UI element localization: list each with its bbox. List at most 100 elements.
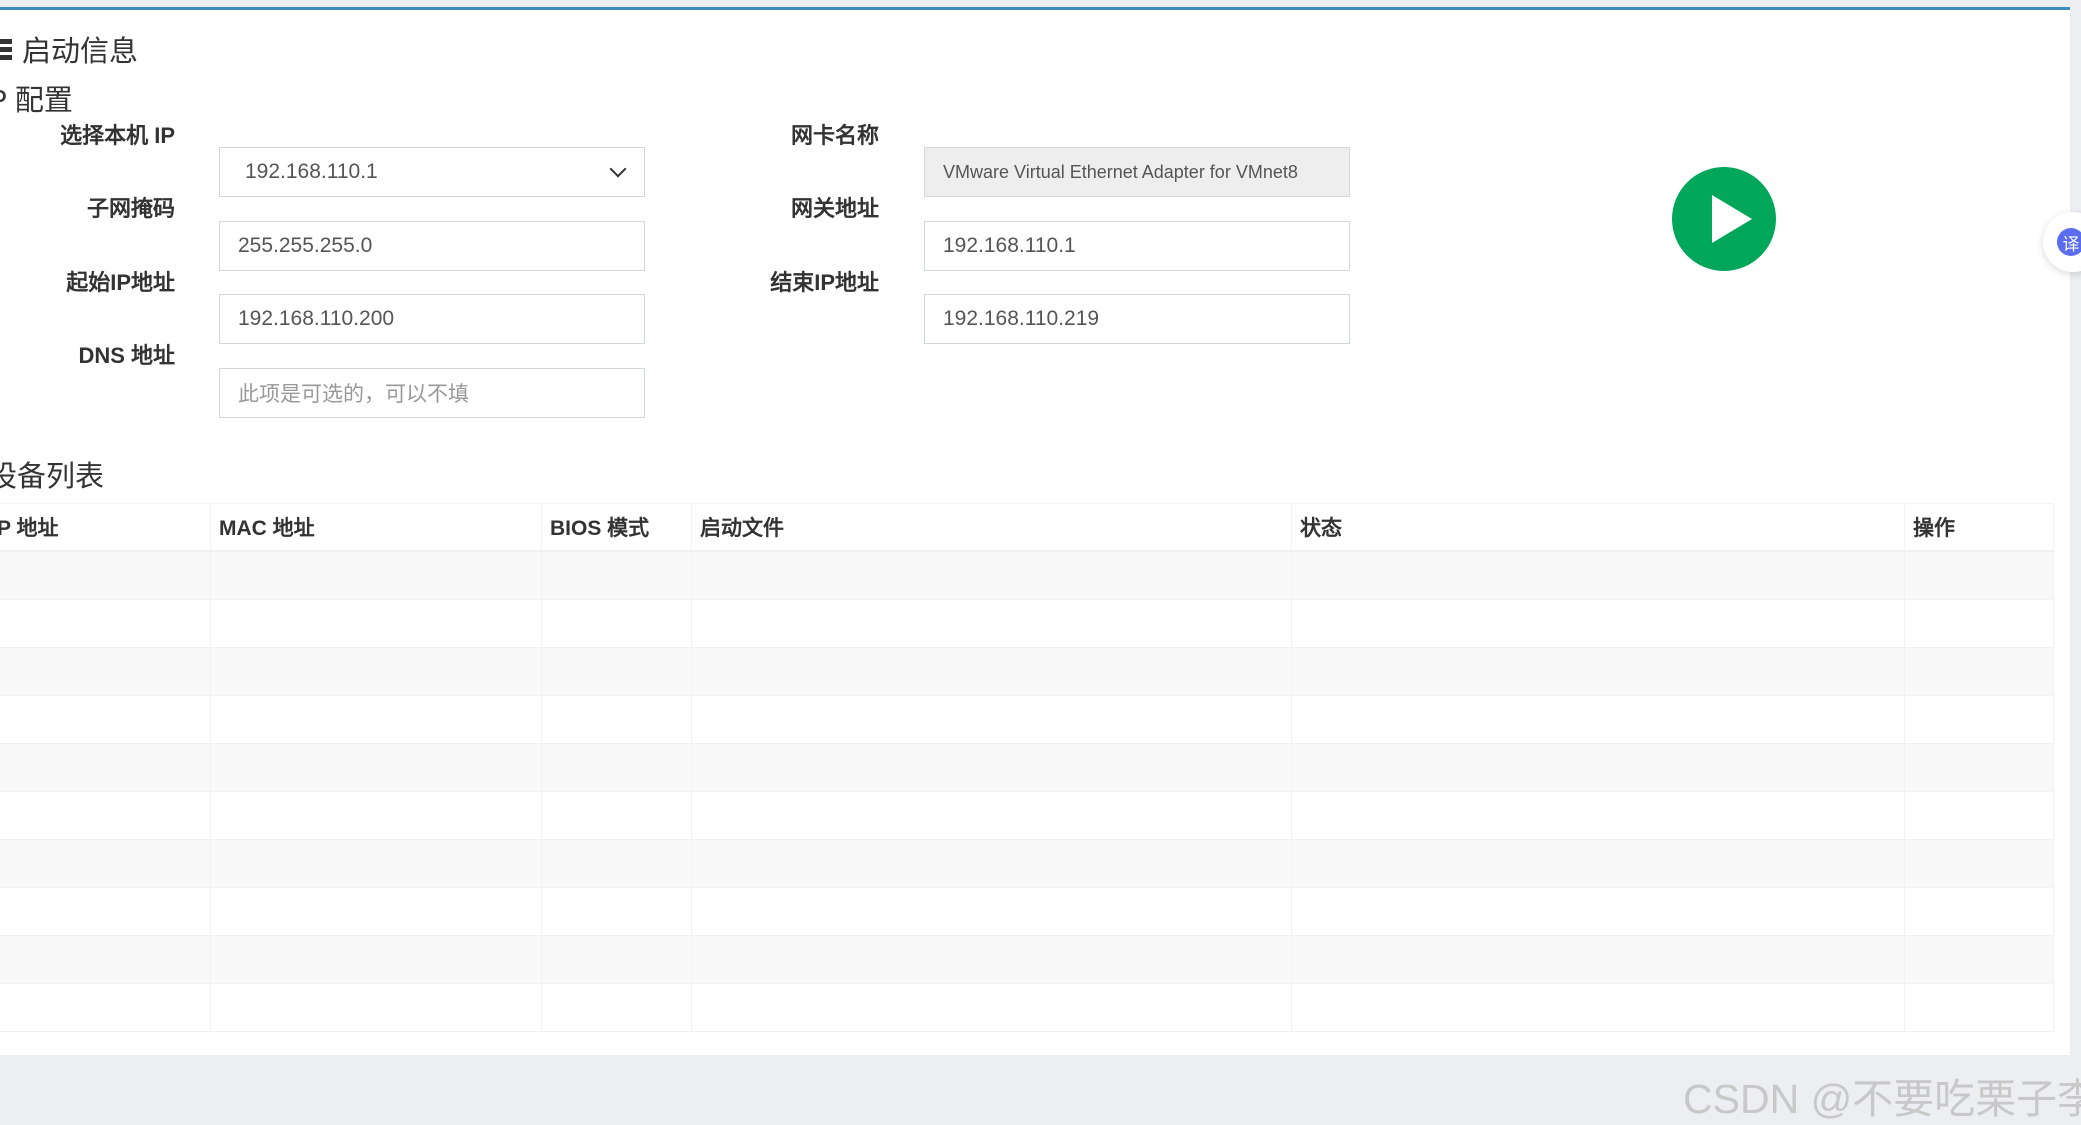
table-row xyxy=(0,935,2054,984)
table-row xyxy=(0,887,2054,936)
table-cell xyxy=(210,887,542,936)
table-cell xyxy=(541,839,692,888)
column-boot-file: 启动文件 xyxy=(691,503,1292,552)
table-cell xyxy=(1904,983,2054,1032)
table-cell xyxy=(1904,791,2054,840)
table-cell xyxy=(541,887,692,936)
panel-title: 启动信息 xyxy=(22,36,139,68)
dns-label: DNS 地址 xyxy=(78,343,175,368)
table-cell xyxy=(1291,743,1905,792)
table-cell xyxy=(0,743,211,792)
column-mac: MAC 地址 xyxy=(210,503,542,552)
column-bios-mode: BIOS 模式 xyxy=(541,503,692,552)
table-cell xyxy=(541,935,692,984)
table-cell xyxy=(1904,887,2054,936)
table-row xyxy=(0,599,2054,648)
ip-config-section-title: P 配置 xyxy=(0,85,73,117)
table-cell xyxy=(0,887,211,936)
nic-name-value: VMware Virtual Ethernet Adapter for VMne… xyxy=(943,161,1298,182)
table-cell xyxy=(541,743,692,792)
table-cell xyxy=(210,743,542,792)
table-cell xyxy=(1904,647,2054,696)
subnet-mask-value: 255.255.255.0 xyxy=(238,234,373,257)
table-cell xyxy=(541,983,692,1032)
column-status: 状态 xyxy=(1291,503,1905,552)
table-cell xyxy=(1904,599,2054,648)
table-cell xyxy=(0,695,211,744)
device-list-section-title: 设备列表 xyxy=(0,461,105,493)
table-cell xyxy=(1904,935,2054,984)
chevron-down-icon xyxy=(609,160,627,178)
subnet-mask-label: 子网掩码 xyxy=(86,196,175,221)
watermark: CSDN @不要吃栗子李 xyxy=(1683,1076,2081,1122)
local-ip-select[interactable]: 192.168.110.1 xyxy=(219,147,645,197)
start-button[interactable] xyxy=(1672,167,1776,271)
table-row xyxy=(0,695,2054,744)
table-cell xyxy=(210,550,542,600)
table-cell xyxy=(691,550,1292,600)
table-cell xyxy=(691,743,1292,792)
column-actions: 操作 xyxy=(1904,503,2054,552)
start-ip-value: 192.168.110.200 xyxy=(238,307,395,330)
panel-header: 启动信息 xyxy=(0,28,138,70)
table-cell xyxy=(541,550,692,600)
table-cell xyxy=(541,599,692,648)
table-cell xyxy=(1291,839,1905,888)
local-ip-select-value: 192.168.110.1 xyxy=(245,160,378,183)
end-ip-label: 结束IP地址 xyxy=(770,270,879,295)
table-cell xyxy=(210,695,542,744)
table-cell xyxy=(541,791,692,840)
table-cell xyxy=(691,935,1292,984)
table-cell xyxy=(691,647,1292,696)
table-cell xyxy=(1291,599,1905,648)
table-cell xyxy=(1904,695,2054,744)
table-cell xyxy=(691,791,1292,840)
table-cell xyxy=(0,599,211,648)
table-cell xyxy=(210,983,542,1032)
gateway-input[interactable]: 192.168.110.1 xyxy=(924,221,1350,271)
table-cell xyxy=(1291,983,1905,1032)
column-ip: P 地址 xyxy=(0,503,211,552)
end-ip-value: 192.168.110.219 xyxy=(943,307,1100,330)
table-cell xyxy=(0,935,211,984)
table-cell xyxy=(691,695,1292,744)
table-cell xyxy=(0,983,211,1032)
start-ip-input[interactable]: 192.168.110.200 xyxy=(219,294,645,344)
translate-icon: 译 xyxy=(2057,228,2081,256)
table-row xyxy=(0,983,2054,1032)
table-cell xyxy=(691,887,1292,936)
table-cell xyxy=(1291,550,1905,600)
table-cell xyxy=(1291,695,1905,744)
table-cell xyxy=(210,599,542,648)
table-cell xyxy=(541,695,692,744)
play-icon xyxy=(1712,195,1752,243)
table-cell xyxy=(1291,887,1905,936)
local-ip-label: 选择本机 IP xyxy=(60,123,175,148)
table-cell xyxy=(210,839,542,888)
gateway-value: 192.168.110.1 xyxy=(943,234,1076,257)
gateway-label: 网关地址 xyxy=(790,196,879,221)
table-cell xyxy=(691,983,1292,1032)
device-table: P 地址 MAC 地址 BIOS 模式 启动文件 状态 操作 xyxy=(0,503,2054,1032)
nic-name-label: 网卡名称 xyxy=(790,123,879,148)
table-cell xyxy=(0,791,211,840)
dns-input[interactable]: 此项是可选的，可以不填 xyxy=(219,368,645,418)
dns-placeholder: 此项是可选的，可以不填 xyxy=(238,383,469,406)
table-cell xyxy=(691,839,1292,888)
table-cell xyxy=(210,791,542,840)
end-ip-input[interactable]: 192.168.110.219 xyxy=(924,294,1350,344)
table-header-row: P 地址 MAC 地址 BIOS 模式 启动文件 状态 操作 xyxy=(0,503,2054,552)
table-cell xyxy=(1904,550,2054,600)
subnet-mask-input[interactable]: 255.255.255.0 xyxy=(219,221,645,271)
table-cell xyxy=(1291,791,1905,840)
table-cell xyxy=(210,647,542,696)
nic-name-field: VMware Virtual Ethernet Adapter for VMne… xyxy=(924,147,1350,197)
table-row xyxy=(0,743,2054,792)
table-row xyxy=(0,839,2054,888)
server-icon xyxy=(0,37,12,61)
table-cell xyxy=(691,599,1292,648)
table-cell xyxy=(1291,935,1905,984)
table-cell xyxy=(541,647,692,696)
table-cell xyxy=(210,935,542,984)
table-cell xyxy=(1904,743,2054,792)
